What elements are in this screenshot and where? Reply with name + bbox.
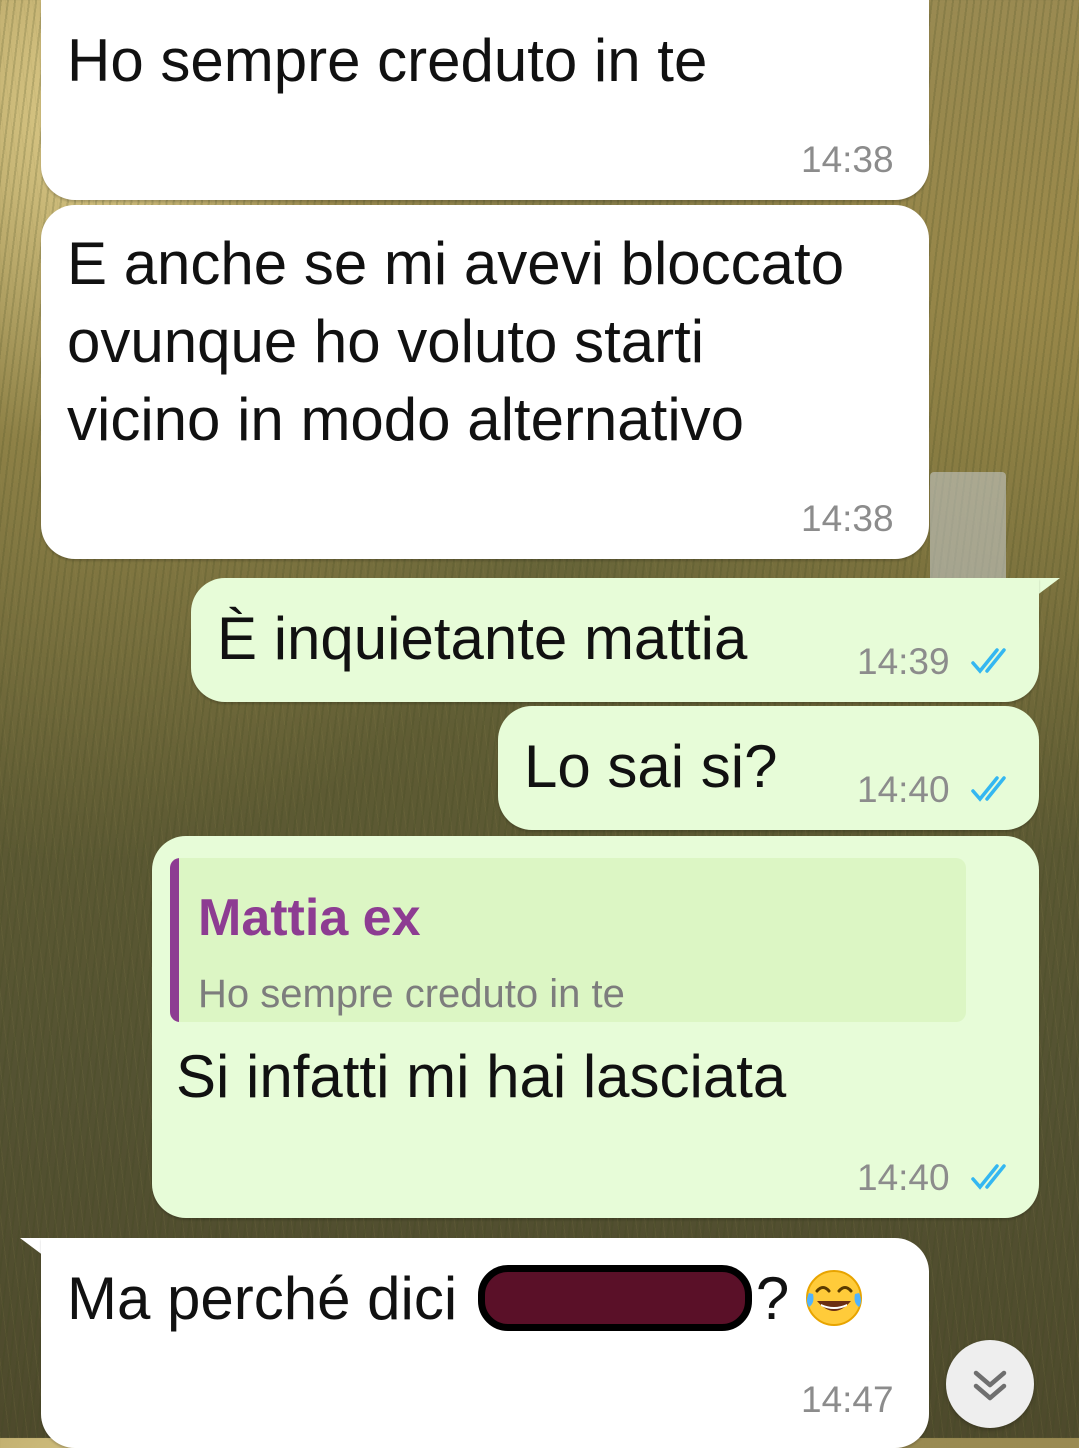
message-text: E anche se mi avevi bloccato ovunque ho … (67, 230, 845, 453)
wallpaper-object (930, 472, 1006, 582)
message-text: Lo sai si? (524, 733, 778, 800)
message-timestamp: 14:38 (801, 139, 894, 180)
message-text: Si infatti mi hai lasciata (176, 1043, 787, 1110)
message-text-before: Ma perché dici (67, 1265, 474, 1332)
message-bubble-outgoing[interactable]: Mattia ex Ho sempre creduto in te Si inf… (152, 836, 1039, 1218)
message-text: Ho sempre creduto in te (67, 27, 708, 94)
message-text-after: ? (755, 1265, 790, 1332)
message-text: Ma perché dici ? (67, 1260, 865, 1338)
redacted-word (477, 1265, 752, 1331)
message-timestamp: 14:39 (857, 641, 950, 682)
message-timestamp: 14:47 (801, 1379, 894, 1420)
double-chevron-down-icon (973, 1370, 1007, 1401)
message-timestamp: 14:40 (857, 1157, 950, 1198)
message-text: È inquietante mattia (217, 605, 748, 672)
scroll-to-bottom-button[interactable] (946, 1340, 1034, 1428)
message-bubble-outgoing[interactable]: Lo sai si? 14:40 (498, 706, 1039, 830)
face-with-tears-of-joy-icon (806, 1270, 863, 1326)
message-bubble-incoming[interactable]: Ho sempre creduto in te 14:38 (41, 0, 929, 200)
message-bubble-incoming[interactable]: E anche se mi avevi bloccato ovunque ho … (41, 205, 929, 559)
message-bubble-incoming[interactable]: Ma perché dici ? 14:47 (41, 1238, 929, 1448)
double-check-icon (971, 776, 1006, 802)
double-check-icon (971, 648, 1006, 674)
reply-quote-author: Mattia ex (198, 889, 421, 947)
message-bubble-outgoing[interactable]: È inquietante mattia 14:39 (191, 578, 1039, 702)
double-check-icon (971, 1164, 1006, 1190)
reply-quote-accent-bar (170, 858, 179, 1022)
message-timestamp: 14:40 (857, 769, 950, 810)
message-timestamp: 14:38 (801, 498, 894, 539)
reply-quote[interactable]: Mattia ex Ho sempre creduto in te (170, 858, 966, 1022)
reply-quote-text: Ho sempre creduto in te (198, 972, 625, 1016)
